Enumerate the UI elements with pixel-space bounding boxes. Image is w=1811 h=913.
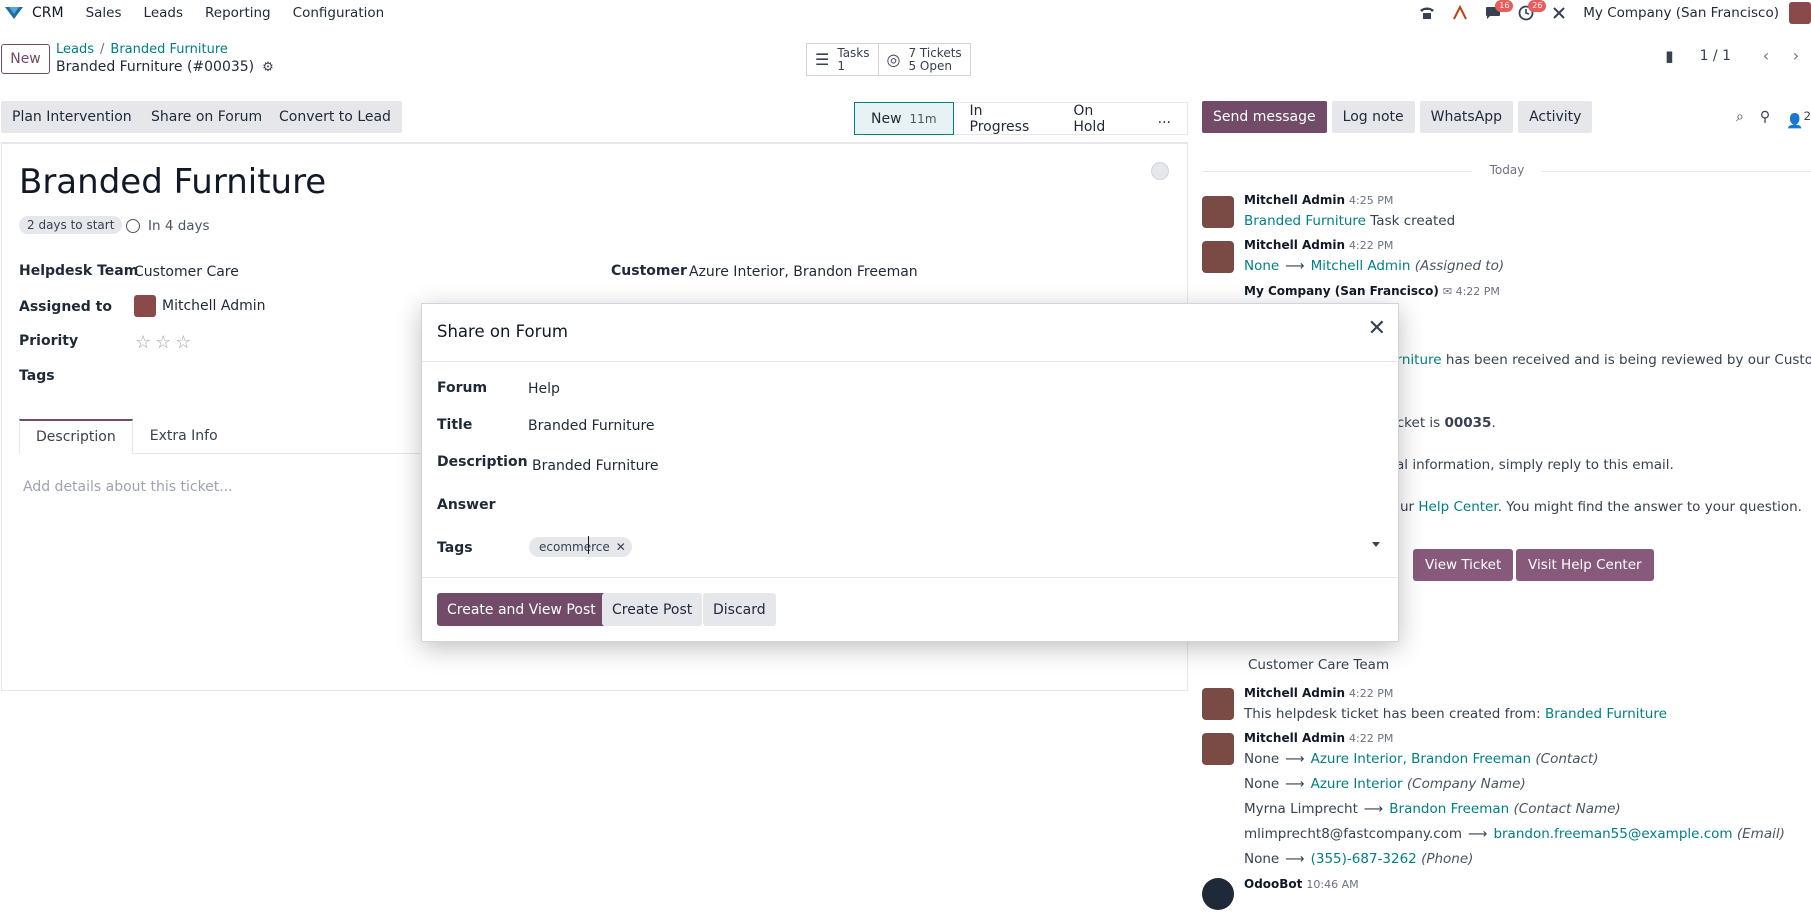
create-and-view-post-button[interactable]: Create and View Post	[437, 593, 606, 626]
share-on-forum-dialog: Share on Forum ✕ Forum Help Title Brande…	[421, 303, 1399, 642]
modal-footer: Create and View Post Create Post Discard	[422, 577, 1398, 641]
tags-input[interactable]	[588, 536, 589, 554]
tag-chip: ecommerce ✕	[529, 537, 632, 557]
forum-label: Forum	[437, 380, 488, 396]
forum-field[interactable]: Help	[528, 381, 560, 397]
tags-label: Tags	[437, 540, 473, 556]
description-label: Description	[437, 454, 528, 470]
create-post-button[interactable]: Create Post	[602, 593, 703, 626]
answer-label: Answer	[437, 497, 496, 513]
title-field[interactable]: Branded Furniture	[528, 418, 655, 434]
discard-button[interactable]: Discard	[703, 593, 776, 626]
modal-title: Share on Forum	[437, 322, 568, 341]
title-label: Title	[437, 417, 473, 433]
close-icon[interactable]: ✕	[1368, 318, 1386, 340]
modal-header: Share on Forum ✕	[422, 304, 1398, 362]
description-field[interactable]: Branded Furniture	[532, 458, 659, 474]
remove-tag-icon[interactable]: ✕	[616, 540, 626, 554]
tag-chip-label: ecommerce	[539, 540, 610, 554]
dropdown-arrow-icon[interactable]	[1372, 542, 1380, 547]
